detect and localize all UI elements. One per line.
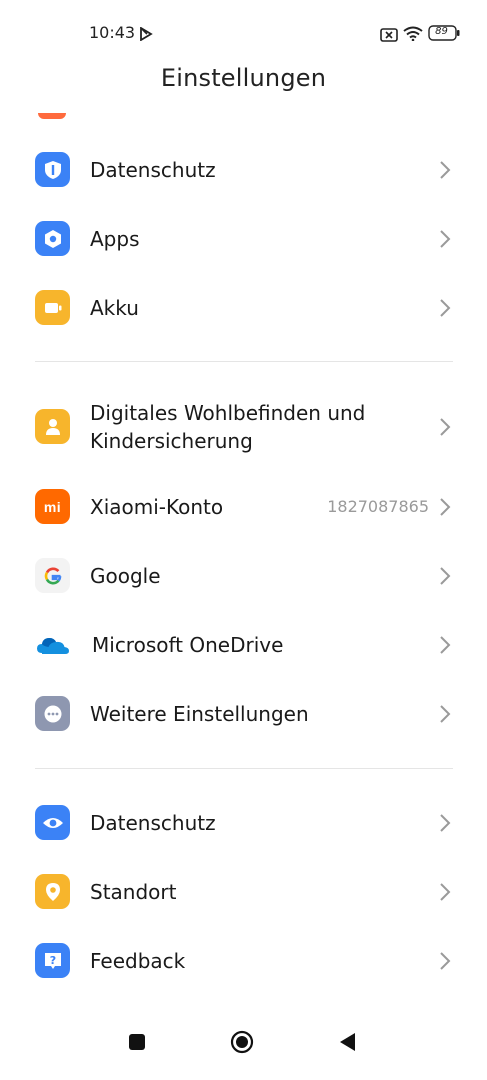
battery-level: 89 [435, 26, 448, 37]
svg-text:?: ? [49, 954, 55, 967]
chevron-right-icon [439, 229, 451, 253]
partial-icon-above [38, 113, 66, 119]
feedback-question-icon: ? [35, 943, 70, 978]
settings-item-xiaomi-konto[interactable]: mi Xiaomi-Konto 1827087865 [0, 476, 487, 538]
status-time: 10:43 [89, 23, 136, 42]
battery-icon [35, 290, 70, 325]
google-icon [35, 558, 70, 593]
chevron-right-icon [439, 951, 451, 975]
settings-item-more-settings[interactable]: Weitere Einstellungen [0, 683, 487, 745]
settings-item-digital-wellbeing[interactable]: Digitales Wohlbefinden und Kindersicheru… [0, 392, 487, 464]
item-label: Microsoft OneDrive [92, 633, 284, 657]
person-icon [35, 409, 70, 444]
chevron-right-icon [439, 566, 451, 590]
page-title: Einstellungen [160, 64, 327, 92]
settings-item-google[interactable]: Google [0, 545, 487, 607]
chevron-right-icon [439, 704, 451, 728]
recents-button[interactable] [128, 1033, 146, 1055]
sim-no-signal-icon [380, 27, 398, 46]
shield-icon [35, 152, 70, 187]
navigation-bar [0, 1020, 487, 1080]
chevron-right-icon [439, 298, 451, 322]
mi-logo-icon: mi [35, 489, 70, 524]
wifi-icon [403, 26, 423, 45]
chevron-right-icon [439, 497, 451, 521]
chevron-right-icon [439, 882, 451, 906]
home-button[interactable] [230, 1030, 254, 1058]
item-label: Akku [90, 296, 139, 320]
settings-item-datenschutz[interactable]: Datenschutz [0, 139, 487, 201]
location-pin-icon [35, 874, 70, 909]
hexagon-gear-icon [35, 221, 70, 256]
onedrive-cloud-icon [35, 627, 70, 662]
settings-item-apps[interactable]: Apps [0, 208, 487, 270]
item-label: Google [90, 564, 161, 588]
section-divider [35, 361, 453, 362]
settings-item-akku[interactable]: Akku [0, 277, 487, 339]
account-id-value: 1827087865 [327, 497, 429, 516]
back-button[interactable] [338, 1032, 356, 1056]
item-label: Datenschutz [90, 158, 216, 182]
status-bar: 10:43 89 [0, 0, 487, 68]
more-dots-icon [35, 696, 70, 731]
item-label: Datenschutz [90, 811, 216, 835]
settings-item-standort[interactable]: Standort [0, 861, 487, 923]
item-label: Weitere Einstellungen [90, 702, 309, 726]
item-label: Feedback [90, 949, 186, 973]
item-label: Standort [90, 880, 177, 904]
section-divider [35, 768, 453, 769]
item-label: Digitales Wohlbefinden und Kindersicheru… [90, 401, 366, 453]
eye-icon [35, 805, 70, 840]
chevron-right-icon [439, 417, 451, 441]
settings-item-privacy[interactable]: Datenschutz [0, 792, 487, 854]
chevron-right-icon [439, 160, 451, 184]
play-store-icon [139, 26, 153, 45]
settings-item-feedback[interactable]: ? Feedback [0, 930, 487, 992]
chevron-right-icon [439, 813, 451, 837]
item-label: Xiaomi-Konto [90, 495, 224, 519]
settings-item-onedrive[interactable]: Microsoft OneDrive [0, 614, 487, 676]
item-label: Apps [90, 227, 140, 251]
chevron-right-icon [439, 635, 451, 659]
